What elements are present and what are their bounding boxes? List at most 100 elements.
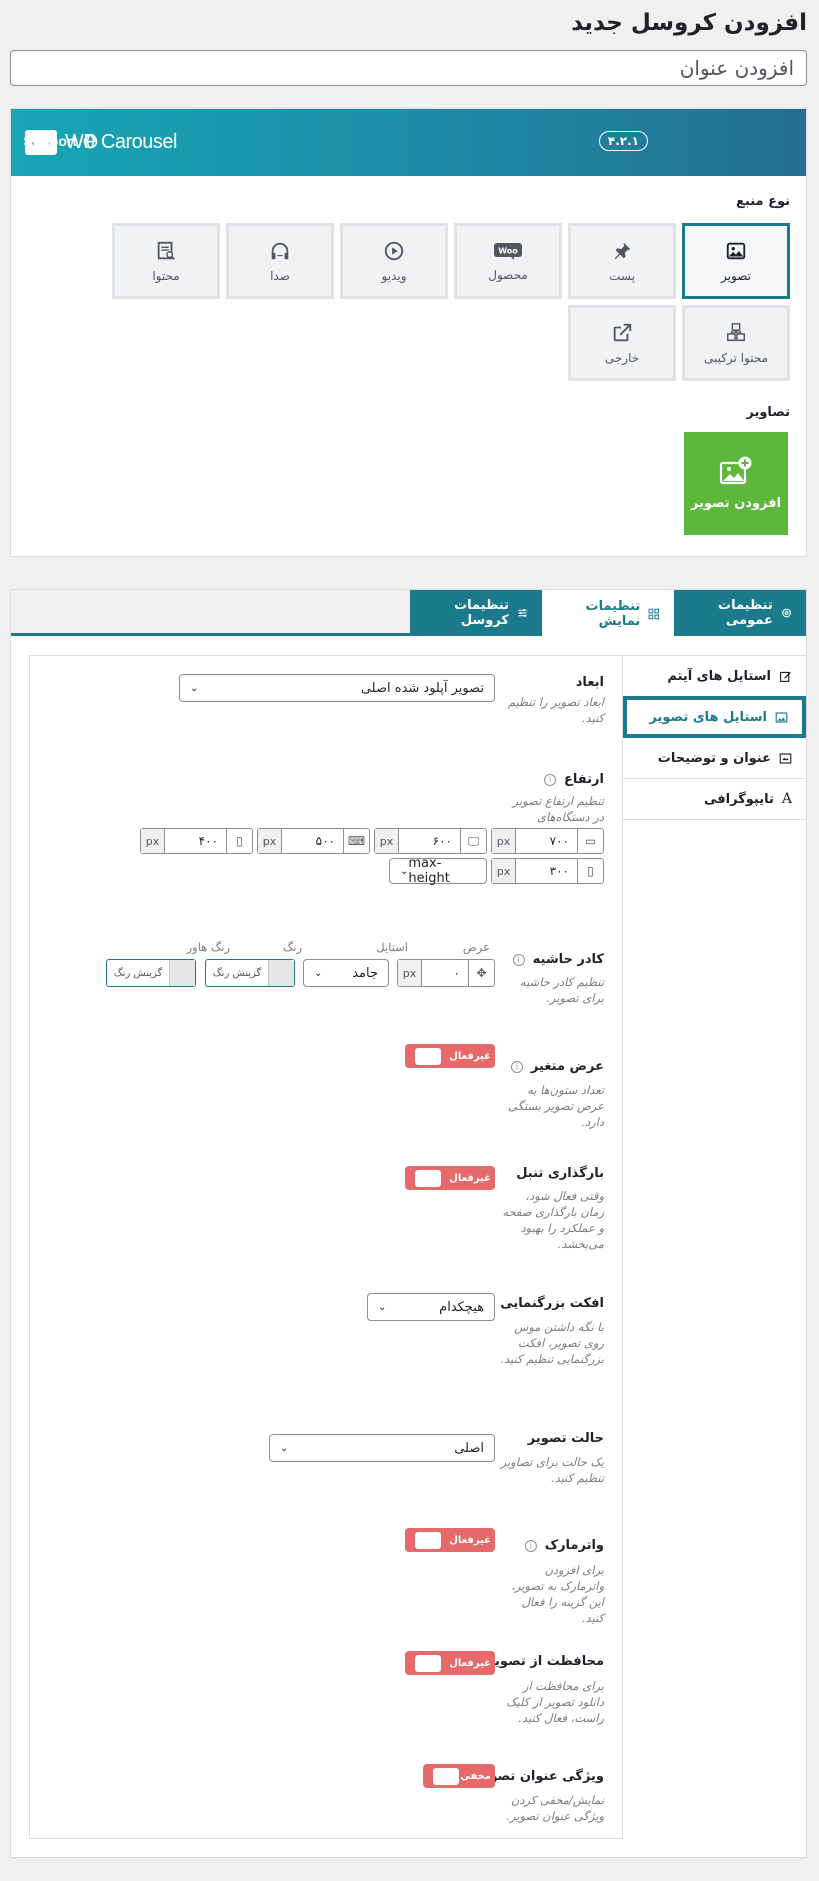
gear-icon — [781, 606, 792, 620]
add-image-button[interactable]: افزودن تصویر — [684, 432, 788, 535]
variable-width-label: عرض متغیر i — [511, 1059, 604, 1074]
dimensions-value: تصویر آپلود شده اصلی — [361, 681, 484, 696]
border-width-input[interactable]: ✥ ۰ px — [397, 959, 495, 987]
watermark-toggle[interactable]: غیرفعال — [405, 1528, 495, 1552]
desktop-icon: 🖵 — [460, 829, 486, 853]
border-desc: تنظیم کادر حاشیه برای تصویر. — [500, 974, 604, 1006]
height-mobile[interactable]: ▯ ۳۰۰ px — [491, 858, 604, 884]
height-tablet[interactable]: ▯ ۴۰۰ px — [140, 828, 253, 854]
dim-unit: px — [258, 829, 282, 853]
height-laptop[interactable]: ⌨ ۵۰۰ px — [257, 828, 370, 854]
image-protection-toggle[interactable]: غیرفعال — [405, 1651, 495, 1675]
title-input[interactable] — [10, 50, 807, 86]
lazy-load-toggle[interactable]: غیرفعال — [405, 1166, 495, 1190]
source-tile-content[interactable]: محتوا — [112, 223, 220, 299]
watermark-label: واترمارکi — [525, 1538, 604, 1553]
dim-value: ۵۰۰ — [282, 829, 343, 853]
border-width-label: عرض — [463, 940, 490, 954]
border-hover-label: رنگ هاور — [187, 940, 230, 954]
monitor-icon: ▭ — [577, 829, 603, 853]
info-icon: i — [544, 774, 556, 786]
tab-display-settings[interactable]: تنظیمات نمایش — [542, 590, 674, 637]
sidenav-item-item-styles[interactable]: استایل های آیتم — [623, 656, 806, 697]
title-attribute-label-text: ویژگی عنوان تصویر — [476, 1769, 604, 1784]
border-all-icon: ✥ — [468, 960, 494, 986]
edit-icon — [779, 670, 792, 683]
image-mode-select[interactable]: اصلی ⌄ — [269, 1434, 495, 1462]
toggle-state: غیرفعال — [449, 1173, 491, 1184]
title-attribute-desc: نمایش/مخفی کردن ویژگی عنوان تصویر. — [500, 1792, 604, 1824]
image-mode-desc: یک حالت برای تصاویر تنظیم کنید. — [500, 1454, 604, 1486]
plugin-header: ‹ › WP Carousel ۴.۲.۱ Support — [11, 109, 806, 176]
image-protection-label-text: محافظت از تصویر — [487, 1654, 604, 1669]
image-mode-label-text: حالت تصویر — [528, 1431, 604, 1446]
toggle-state: غیرفعال — [449, 1535, 491, 1546]
info-icon: i — [511, 1061, 523, 1073]
toggle-state: غیرفعال — [449, 1051, 491, 1062]
variable-width-toggle[interactable]: غیرفعال — [405, 1044, 495, 1068]
dim-value: ۷۰۰ — [516, 829, 577, 853]
height-mode-select[interactable]: ⌄ max-height — [389, 858, 487, 884]
tile-label: محصول — [488, 268, 528, 282]
title-attribute-label: ویژگی عنوان تصویر — [476, 1769, 604, 1784]
sidenav-label: عنوان و توضیحات — [658, 751, 771, 766]
sidenav-item-image-styles[interactable]: استایل های تصویر — [623, 696, 806, 738]
border-label: کادر حاشیهi — [513, 952, 604, 967]
zoom-effect-value: هیچکدام — [439, 1300, 484, 1315]
watermark-desc: برای افزودن واترمارک به تصویر، این گزینه… — [500, 1562, 604, 1626]
content-icon — [155, 240, 177, 262]
sidenav-item-typography[interactable]: A تایپوگرافی — [623, 779, 806, 820]
height-desktop-large[interactable]: ▭ ۷۰۰ px — [491, 828, 604, 854]
chevron-down-icon: ⌄ — [280, 1443, 288, 1454]
dimensions-label-text: ابعاد — [576, 675, 604, 690]
toggle-knob — [433, 1768, 459, 1785]
title-attribute-toggle[interactable]: مخفی — [423, 1764, 495, 1788]
tab-label: تنظیمات نمایش — [556, 599, 640, 629]
sidenav-label: تایپوگرافی — [704, 792, 774, 807]
height-mode-value: max-height — [408, 856, 476, 886]
tile-label: محتوا — [152, 269, 179, 283]
toggle-state: مخفی — [460, 1771, 491, 1782]
toggle-knob — [415, 1048, 441, 1065]
border-style-select[interactable]: جامد ⌄ — [303, 959, 389, 987]
border-color-picker[interactable]: گزینش رنگ — [205, 959, 295, 987]
zoom-effect-select[interactable]: هیچکدام ⌄ — [367, 1293, 495, 1321]
source-tile-external[interactable]: خارجی — [568, 305, 676, 381]
border-color-label: رنگ — [283, 940, 302, 954]
image-icon — [725, 240, 747, 262]
source-tile-audio[interactable]: صدا — [226, 223, 334, 299]
source-type-label: نوع منبع — [736, 194, 790, 209]
toggle-knob — [415, 1532, 441, 1549]
height-desktop[interactable]: 🖵 ۶۰۰ px — [374, 828, 487, 854]
lazy-load-label-text: بارگذاری تنبل — [516, 1166, 604, 1181]
tab-general-settings[interactable]: تنظیمات عمومی — [674, 590, 806, 636]
zoom-effect-label-text: افکت بزرگنمایی — [500, 1296, 604, 1311]
settings-tabs: تنظیمات عمومی تنظیمات نمایش تنظیمات کروس… — [11, 590, 806, 636]
dim-unit: px — [492, 859, 516, 883]
support-link[interactable]: Support — [23, 133, 98, 149]
color-picker-label: گزینش رنگ — [107, 960, 169, 986]
source-tile-image[interactable]: تصویر — [682, 223, 790, 299]
source-tile-mixed-content[interactable]: محتوا ترکیبی — [682, 305, 790, 381]
image-protection-label: محافظت از تصویر — [487, 1654, 604, 1669]
dimensions-select[interactable]: تصویر آپلود شده اصلی ⌄ — [179, 674, 495, 702]
toggle-knob — [415, 1655, 441, 1672]
sidenav-item-caption[interactable]: عنوان و توضیحات — [623, 738, 806, 779]
add-image-label: افزودن تصویر — [691, 496, 781, 511]
tablet-icon: ▯ — [226, 829, 252, 853]
source-tile-post[interactable]: پست — [568, 223, 676, 299]
tile-label: پست — [609, 269, 635, 283]
border-label-text: کادر حاشیه — [533, 952, 604, 967]
tab-carousel-settings[interactable]: تنظیمات کروسل — [410, 590, 542, 636]
variable-width-label-text: عرض متغیر — [531, 1059, 604, 1074]
color-swatch — [268, 960, 294, 986]
chevron-down-icon: ⌄ — [400, 866, 408, 877]
border-hover-color-picker[interactable]: گزینش رنگ — [106, 959, 196, 987]
mixed-content-icon — [725, 322, 747, 344]
source-tile-product[interactable]: Woo محصول — [454, 223, 562, 299]
image-mode-label: حالت تصویر — [528, 1431, 604, 1446]
source-tile-video[interactable]: ویدیو — [340, 223, 448, 299]
dim-value: ۶۰۰ — [399, 829, 460, 853]
tile-label: صدا — [270, 269, 290, 283]
dimensions-desc: ابعاد تصویر را تنظیم کنید. — [500, 694, 604, 726]
